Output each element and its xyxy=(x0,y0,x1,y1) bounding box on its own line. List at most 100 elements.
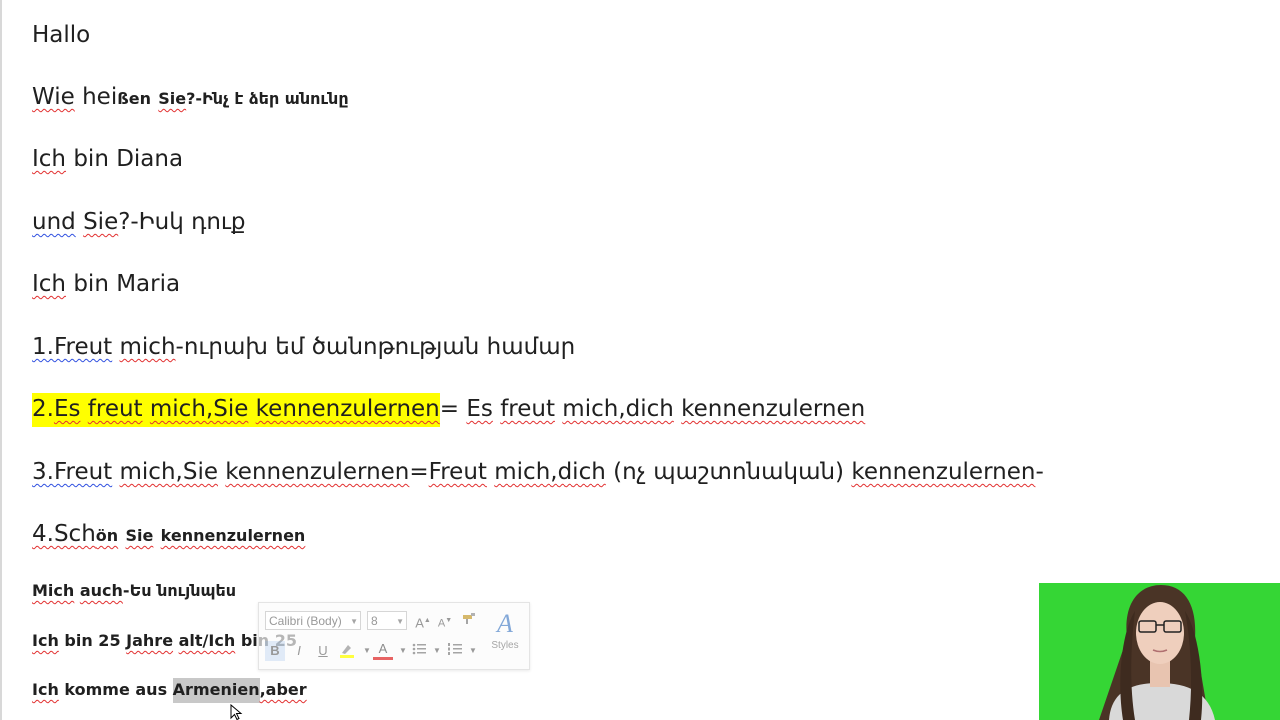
word-mich-sie: mich,Sie xyxy=(149,396,249,422)
word-jahre: Jahre xyxy=(126,631,174,650)
word-es: Es xyxy=(466,396,493,422)
numbered-list-icon xyxy=(448,643,462,655)
doc-line-mich-auch[interactable]: Mich auch-Ես նույնպես xyxy=(32,583,236,599)
selected-word-armenien[interactable]: Armenien xyxy=(172,678,260,703)
doc-line-es-freut-mich[interactable]: 2.Es freut mich,Sie kennenzulernen= Es f… xyxy=(32,393,866,427)
word-sie: Sie xyxy=(83,209,119,235)
font-color-button[interactable]: A xyxy=(373,641,393,660)
word-freut: freut xyxy=(87,396,143,422)
chevron-down-icon: ▼ xyxy=(433,646,441,655)
word-1-freut: 1.Freut xyxy=(32,334,113,360)
word-mich: Mich xyxy=(32,581,75,600)
page-edge xyxy=(0,0,2,720)
word-freut: freut xyxy=(500,396,555,422)
doc-line-freut-mich-informal[interactable]: 3.Freut mich,Sie kennenzulernen=Freut mi… xyxy=(32,461,1044,484)
word-ich: Ich xyxy=(32,271,67,297)
word-kennenzulernen: kennenzulernen xyxy=(255,396,440,422)
text-bin-maria: bin Maria xyxy=(73,271,181,297)
word-mich-dich: mich,dich xyxy=(562,396,674,422)
doc-line-ich-bin-diana[interactable]: Ich bin Diana xyxy=(32,148,183,171)
chevron-down-icon: ▼ xyxy=(399,646,407,655)
word-aber: ,aber xyxy=(259,680,307,699)
word-mich-sie: mich,Sie xyxy=(119,459,218,485)
word-2: 2. xyxy=(32,396,54,422)
chevron-down-icon: ▼ xyxy=(469,646,477,655)
text-bin-diana: bin Diana xyxy=(73,146,184,172)
grow-font-button[interactable]: A▲ xyxy=(413,611,433,631)
shrink-font-button[interactable]: A▼ xyxy=(435,611,455,631)
equals-sign: = xyxy=(409,459,429,485)
bullet-list-icon xyxy=(412,643,426,655)
underline-button[interactable]: U xyxy=(313,641,333,661)
word-3-freut: 3.Freut xyxy=(32,459,113,485)
doc-line-und-sie[interactable]: und Sie?-Իսկ դուք xyxy=(32,211,246,234)
bold-button[interactable]: B xyxy=(265,641,285,661)
italic-button[interactable]: I xyxy=(289,641,309,661)
styles-icon: A xyxy=(497,609,513,638)
word-ich: Ich xyxy=(32,680,59,699)
word-ich: Ich xyxy=(32,631,59,650)
doc-line-freut-mich[interactable]: 1.Freut mich-ուրախ եմ ծանոթության համար xyxy=(32,336,575,359)
word-es: Es xyxy=(53,396,81,422)
word-mich: mich xyxy=(119,334,176,360)
word-ich: Ich xyxy=(32,146,67,172)
font-name-box[interactable]: Calibri (Body) ▼ xyxy=(265,611,361,630)
presenter-image xyxy=(1039,583,1280,720)
word-mich-dich: mich,dich xyxy=(494,459,606,485)
word-kennenzulernen: kennenzulernen xyxy=(681,396,866,422)
font-color-icon: A xyxy=(378,641,388,656)
highlight-color-button[interactable] xyxy=(337,641,357,661)
equals-sign: = xyxy=(439,396,460,422)
doc-line-wie-heissen[interactable]: Wie heißen Sie?-Ինչ է ձեր անունը xyxy=(32,86,349,109)
doc-line-ich-komme[interactable]: Ich komme aus Armenien,aber xyxy=(32,678,307,703)
text-komme-aus: komme aus xyxy=(64,680,168,699)
chevron-down-icon: ▼ xyxy=(396,617,404,626)
word-kennenzulernen: kennenzulernen xyxy=(160,526,306,545)
mouse-cursor-icon xyxy=(230,704,243,720)
word-wie: Wie xyxy=(32,84,75,110)
doc-line-ich-bin-maria[interactable]: Ich bin Maria xyxy=(32,273,180,296)
armenian-translation: ?-Իսկ դուք xyxy=(118,209,246,235)
word-kennenzulernen: kennenzulernen xyxy=(225,459,410,485)
word-4-sch: 4.Sch xyxy=(32,521,96,547)
underline-icon: U xyxy=(318,643,328,658)
font-size-box[interactable]: 8 ▼ xyxy=(367,611,407,630)
numbering-button[interactable] xyxy=(445,641,465,661)
doc-line-hallo[interactable]: Hallo xyxy=(32,24,90,47)
font-size-value: 8 xyxy=(371,614,378,628)
word-und: und xyxy=(32,209,76,235)
text-hallo: Hallo xyxy=(32,22,91,48)
bold-icon: B xyxy=(270,643,280,658)
format-painter-button[interactable] xyxy=(459,609,479,629)
format-painter-icon xyxy=(463,613,475,624)
word-sie: Sie xyxy=(125,526,154,545)
numbering-dropdown[interactable]: ▼ xyxy=(463,641,483,661)
word-alt-ich: alt/Ich xyxy=(178,631,236,650)
word-sie: Sie xyxy=(158,89,187,108)
bullets-button[interactable] xyxy=(409,641,429,661)
trailing-dash: - xyxy=(1035,459,1044,485)
word-auch: auch xyxy=(79,581,123,600)
armenian-translation: ?-Ինչ է ձեր անունը xyxy=(186,89,349,108)
word-hei: hei xyxy=(82,84,118,110)
webcam-overlay xyxy=(1039,583,1280,720)
armenian-translation: -ուրախ եմ ծանոթության համար xyxy=(175,334,576,360)
chevron-down-icon: ▼ xyxy=(350,617,358,626)
word-kennenzulernen: kennenzulernen xyxy=(851,459,1036,485)
highlighted-phrase: 2.Es freut mich,Sie kennenzulernen xyxy=(32,393,440,427)
font-name-value: Calibri (Body) xyxy=(269,614,342,628)
chevron-down-icon: ▼ xyxy=(363,646,371,655)
word-on: ön xyxy=(95,526,119,545)
bullets-dropdown[interactable]: ▼ xyxy=(427,641,447,661)
word-freut: Freut xyxy=(428,459,487,485)
styles-button[interactable]: A Styles xyxy=(485,609,525,665)
grow-font-icon: A xyxy=(415,615,424,631)
mini-formatting-toolbar[interactable]: Calibri (Body) ▼ 8 ▼ A▲ A▼ B I U ▼ A ▼ ▼… xyxy=(258,602,530,670)
italic-icon: I xyxy=(297,643,301,658)
styles-label: Styles xyxy=(491,640,519,651)
word-ssen: ßen xyxy=(117,89,151,108)
armenian-translation: -Ես նույնպես xyxy=(122,581,237,600)
armenian-translation: (ոչ պաշտոնական) xyxy=(613,459,845,485)
doc-line-schon-sie[interactable]: 4.Schön Sie kennenzulernen xyxy=(32,523,305,546)
highlighter-icon xyxy=(340,645,354,658)
